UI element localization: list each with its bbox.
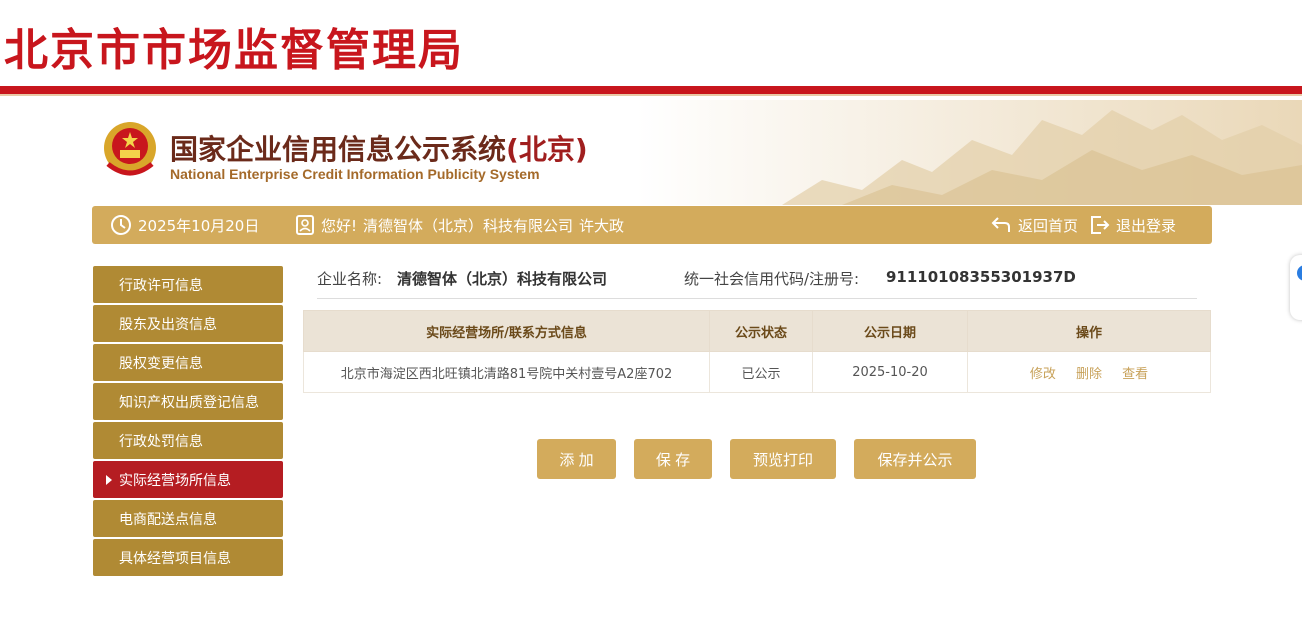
header-divider xyxy=(0,94,1302,96)
row-status: 已公示 xyxy=(709,351,813,393)
home-link[interactable]: 返回首页 xyxy=(990,206,1078,244)
greeting-user: 许大政 xyxy=(579,216,625,235)
logout-link[interactable]: 退出登录 xyxy=(1088,206,1176,244)
table-row: 北京市海淀区西北旺镇北清路81号院中关村壹号A2座702 已公示 2025-10… xyxy=(303,351,1211,393)
clock-icon xyxy=(111,215,131,235)
system-subtitle: National Enterprise Credit Information P… xyxy=(170,166,540,182)
logout-label: 退出登录 xyxy=(1116,216,1177,235)
logout-icon xyxy=(1091,216,1110,234)
table-header-row: 实际经营场所/联系方式信息 公示状态 公示日期 操作 xyxy=(303,310,1211,352)
sidebar-item-ecommerce-delivery[interactable]: 电商配送点信息 xyxy=(93,500,283,537)
system-title: 国家企业信用信息公示系统(北京) xyxy=(170,128,588,168)
sidebar-item-ip-pledge[interactable]: 知识产权出质登记信息 xyxy=(93,383,283,420)
greeting-text: 您好! xyxy=(321,216,358,235)
system-region: (北京) xyxy=(506,133,588,166)
agency-title: 北京市市场监督管理局 xyxy=(4,25,464,76)
sidebar-item-shareholders[interactable]: 股东及出资信息 xyxy=(93,305,283,342)
mountain-illustration xyxy=(782,110,1302,205)
col-operations: 操作 xyxy=(967,310,1211,352)
company-name-label: 企业名称: xyxy=(317,270,383,288)
system-banner: 国家企业信用信息公示系统(北京) National Enterprise Cre… xyxy=(92,100,1302,205)
widget-icon xyxy=(1297,265,1302,281)
national-emblem-icon xyxy=(104,122,156,176)
company-name-value: 清德智体（北京）科技有限公司 xyxy=(397,270,608,288)
col-status: 公示状态 xyxy=(709,310,813,352)
delete-link[interactable]: 删除 xyxy=(1076,367,1102,382)
sidebar-item-equity-change[interactable]: 股权变更信息 xyxy=(93,344,283,381)
col-date: 公示日期 xyxy=(812,310,968,352)
add-button[interactable]: 添 加 xyxy=(537,439,616,479)
sidebar-item-label: 股权变更信息 xyxy=(119,355,203,372)
user-greeting: 您好! 清德智体（北京）科技有限公司 许大政 xyxy=(295,206,624,244)
system-title-text: 国家企业信用信息公示系统 xyxy=(170,133,507,166)
save-button[interactable]: 保 存 xyxy=(634,439,712,479)
col-address: 实际经营场所/联系方式信息 xyxy=(303,310,710,352)
sidebar-item-label: 知识产权出质登记信息 xyxy=(119,394,259,411)
sidebar-item-admin-license[interactable]: 行政许可信息 xyxy=(93,266,283,303)
credit-code-label: 统一社会信用代码/注册号: xyxy=(684,270,860,288)
company-info: 企业名称: 清德智体（北京）科技有限公司 统一社会信用代码/注册号: 91110… xyxy=(317,268,1197,299)
edit-link[interactable]: 修改 xyxy=(1030,367,1056,382)
info-bar: 2025年10月20日 您好! 清德智体（北京）科技有限公司 许大政 返回首页 … xyxy=(92,206,1212,244)
premises-table: 实际经营场所/联系方式信息 公示状态 公示日期 操作 北京市海淀区西北旺镇北清路… xyxy=(303,310,1211,393)
current-date: 2025年10月20日 xyxy=(138,216,260,235)
preview-print-button[interactable]: 预览打印 xyxy=(730,439,836,479)
credit-code-value: 91110108355301937D xyxy=(886,268,1076,286)
sidebar-item-label: 实际经营场所信息 xyxy=(119,472,231,489)
sidebar-item-admin-penalty[interactable]: 行政处罚信息 xyxy=(93,422,283,459)
sidebar-item-label: 电商配送点信息 xyxy=(119,511,217,528)
view-link[interactable]: 查看 xyxy=(1122,367,1148,382)
row-address: 北京市海淀区西北旺镇北清路81号院中关村壹号A2座702 xyxy=(303,351,710,393)
home-label: 返回首页 xyxy=(1018,216,1079,235)
sidebar-item-business-projects[interactable]: 具体经营项目信息 xyxy=(93,539,283,576)
sidebar-item-label: 行政许可信息 xyxy=(119,277,203,294)
save-publish-button[interactable]: 保存并公示 xyxy=(854,439,976,479)
row-date: 2025-10-20 xyxy=(812,351,968,393)
sidebar-item-label: 股东及出资信息 xyxy=(119,316,217,333)
return-icon xyxy=(991,217,1010,232)
side-float-widget[interactable] xyxy=(1290,255,1302,320)
sidebar-item-business-premises[interactable]: 实际经营场所信息 xyxy=(93,461,283,498)
sidebar-item-label: 行政处罚信息 xyxy=(119,433,203,450)
sidebar-nav: 行政许可信息 股东及出资信息 股权变更信息 知识产权出质登记信息 行政处罚信息 … xyxy=(93,266,283,578)
row-operations: 修改 删除 查看 xyxy=(967,351,1211,393)
greeting-company: 清德智体（北京）科技有限公司 xyxy=(363,216,574,235)
sidebar-item-label: 具体经营项目信息 xyxy=(119,550,231,567)
header-red-bar xyxy=(0,86,1302,94)
user-badge-icon xyxy=(296,215,314,235)
date-display: 2025年10月20日 xyxy=(110,206,259,244)
